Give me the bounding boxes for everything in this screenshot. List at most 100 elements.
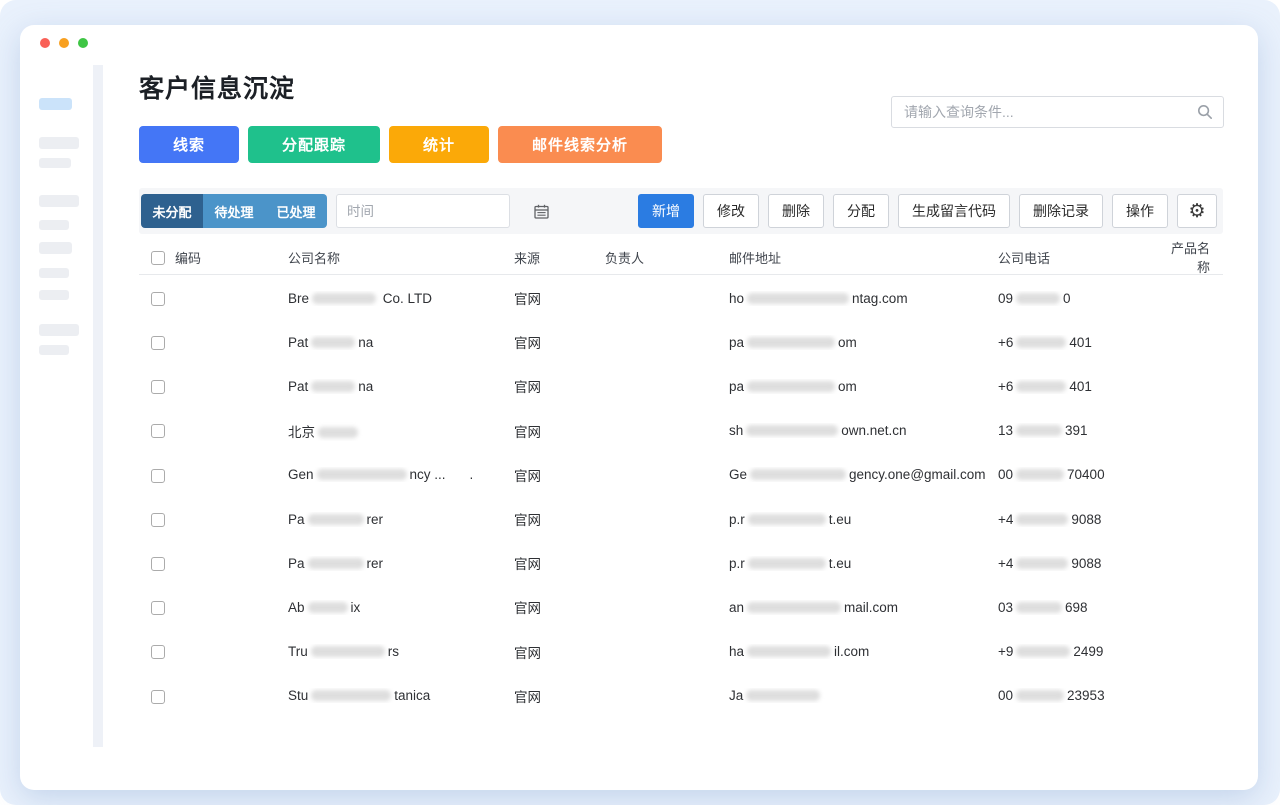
redacted-text [1016,513,1069,525]
status-tabs: 未分配 待处理 已处理 [141,194,327,228]
source-cell: 官网 [514,689,541,705]
phone-cell: 09 0 [998,290,1071,306]
sidebar-item[interactable] [39,290,69,300]
nav-button-leads[interactable]: 线索 [139,126,240,163]
calendar-icon[interactable] [534,204,549,219]
email-cell: sh own.net.cn [729,423,907,439]
delete-button[interactable]: 删除 [768,194,824,228]
phone-cell: +6 401 [998,334,1092,350]
company-cell: Pat na [288,378,374,394]
toolbar-actions: 新增 修改 删除 分配 生成留言代码 删除记录 操作 ⚙ [638,194,1217,228]
redacted-text [1016,380,1067,392]
redacted-text [747,513,826,525]
redacted-text [746,425,839,437]
nav-button-email-lead-analysis[interactable]: 邮件线索分析 [498,126,663,163]
table-row: Stu tanica 官网 Ja 00 23953 [139,674,1223,718]
assign-button[interactable]: 分配 [833,194,889,228]
delete-records-button[interactable]: 删除记录 [1019,194,1103,228]
row-checkbox[interactable] [151,291,165,306]
sidebar-item[interactable] [39,195,79,207]
redacted-text [747,336,836,348]
nav-button-stats[interactable]: 统计 [389,126,490,163]
redacted-text [747,380,836,392]
redacted-text [307,557,364,569]
row-checkbox[interactable] [151,424,165,439]
source-cell: 官网 [514,380,541,396]
close-window-icon[interactable] [40,38,50,48]
sidebar-item[interactable] [39,324,79,336]
select-all-checkbox[interactable] [151,250,165,265]
source-cell: 官网 [514,424,541,440]
sidebar-item[interactable] [39,268,69,278]
redacted-text [747,557,826,569]
row-checkbox[interactable] [151,512,165,527]
sidebar-divider [93,65,103,747]
phone-cell: +9 2499 [998,644,1104,660]
column-header: 邮件地址 [729,250,782,266]
nav-button-assign-track[interactable]: 分配跟踪 [248,126,381,163]
redacted-text [747,601,842,613]
maximize-window-icon[interactable] [78,38,88,48]
email-cell: p.r t.eu [729,555,852,571]
checkbox-cell [139,290,175,306]
redacted-text [311,690,392,702]
modify-button[interactable]: 修改 [703,194,759,228]
company-cell: Bre Co. LTD [288,290,433,306]
tab-unassigned[interactable]: 未分配 [141,194,203,228]
company-cell: Ab ix [288,599,361,615]
time-filter [336,194,549,228]
row-checkbox[interactable] [151,336,165,350]
table-header: 编码 公司名称 来源 负责人 邮件地址 公司电话 产品名称 [139,238,1223,275]
checkbox-cell [139,379,175,395]
search-input[interactable] [892,104,1197,120]
row-checkbox[interactable] [151,468,165,483]
row-checkbox[interactable] [151,556,165,571]
source-cell: 官网 [514,601,541,617]
company-cell: 北京 [288,421,514,441]
page-title: 客户信息沉淀 [139,75,296,103]
tab-processed[interactable]: 已处理 [265,194,327,228]
sidebar-item[interactable] [39,220,69,230]
add-button[interactable]: 新增 [638,194,694,228]
checkbox-cell [139,688,175,704]
generate-message-code-button[interactable]: 生成留言代码 [898,194,1010,228]
sidebar-item[interactable] [39,242,72,254]
checkbox-cell [139,556,175,571]
table-row: Pat na 官网 pa om +6 401 [139,320,1223,364]
sidebar-item[interactable] [39,137,79,149]
redacted-text [747,292,850,304]
sidebar-item[interactable] [39,345,69,355]
checkbox-cell [139,600,175,616]
email-cell: ha il.com [729,644,870,660]
table-body: Bre Co. LTD 官网 ho ntag.com 09 0 Pat na 官网 pa om +6 4… [139,276,1223,718]
toolbar: 未分配待处理已处理 新增修改删除分配生成留言代码删除记录操作 ⚙ [139,188,1223,234]
search-icon[interactable] [1197,104,1213,120]
redacted-text [312,292,377,304]
time-input[interactable] [337,203,534,219]
source-cell: 官网 [514,557,541,573]
tab-pending[interactable]: 待处理 [203,194,265,228]
row-checkbox[interactable] [151,601,165,616]
row-checkbox[interactable] [151,645,165,660]
operate-button[interactable]: 操作 [1112,194,1168,228]
minimize-window-icon[interactable] [59,38,69,48]
phone-cell: +6 401 [998,378,1092,394]
redacted-text [318,426,358,438]
redacted-text [746,690,821,702]
redacted-text [1016,292,1061,304]
redacted-text [1016,557,1069,569]
row-checkbox[interactable] [151,689,165,704]
settings-gear-icon[interactable]: ⚙ [1177,194,1217,228]
column-header: 负责人 [605,250,645,266]
redacted-text [1016,601,1063,613]
sidebar-item[interactable] [39,158,71,168]
source-cell: 官网 [514,292,541,308]
search-box [891,96,1224,128]
sidebar-item-active[interactable] [39,98,72,110]
window-controls [40,38,88,48]
table-row: Pat na 官网 pa om +6 401 [139,364,1223,408]
redacted-text [750,469,847,481]
phone-cell: 00 23953 [998,688,1105,704]
row-checkbox[interactable] [151,380,165,395]
table-row: Pa rer 官网 p.r t.eu +4 9088 [139,497,1223,541]
